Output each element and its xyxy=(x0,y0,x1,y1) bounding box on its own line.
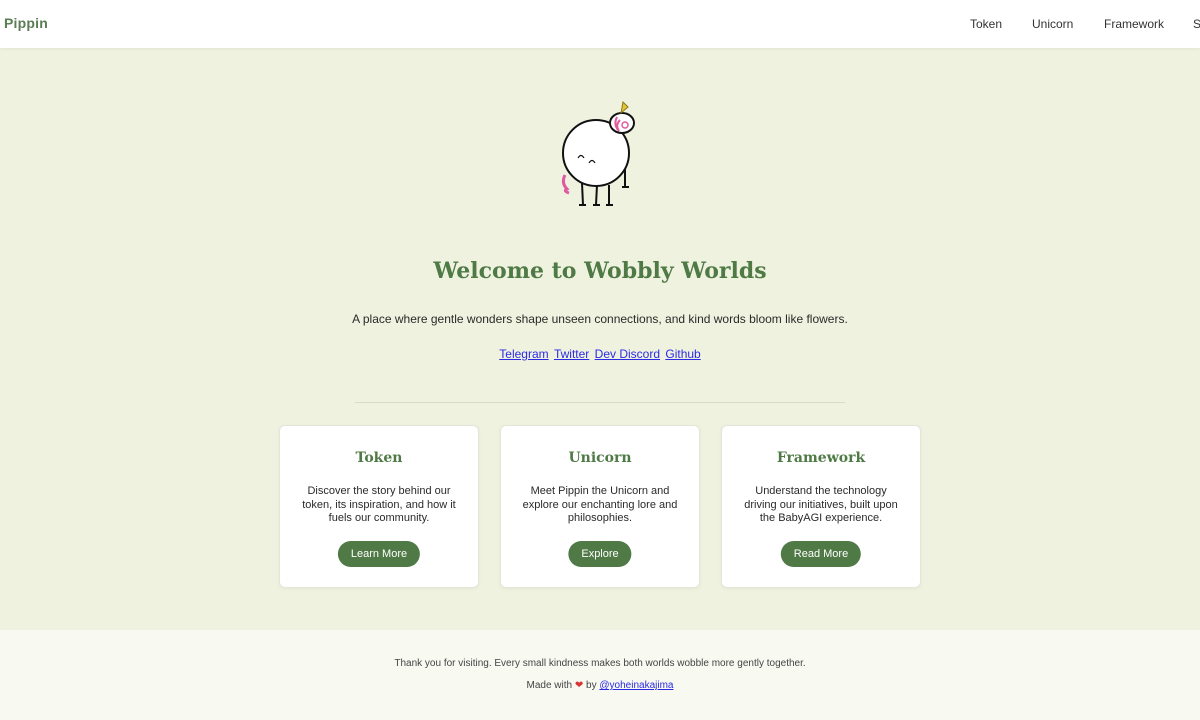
nav-link-token[interactable]: Token xyxy=(970,17,1002,31)
nav-link-unicorn[interactable]: Unicorn xyxy=(1032,17,1073,31)
github-link[interactable]: Github xyxy=(665,347,700,361)
pippin-unicorn-illustration xyxy=(545,95,655,220)
card-token: Token Discover the story behind our toke… xyxy=(279,425,479,588)
read-more-button[interactable]: Read More xyxy=(780,541,862,567)
telegram-link[interactable]: Telegram xyxy=(499,347,548,361)
card-description: Understand the technology driving our in… xyxy=(744,485,898,524)
footer-credit: Made with ❤ by @yoheinakajima xyxy=(0,680,1200,691)
footer-note: Thank you for visiting. Every small kind… xyxy=(394,658,806,669)
brand-logo-link[interactable]: Pippin xyxy=(4,15,48,31)
nav-link-truncated[interactable]: S xyxy=(1193,17,1200,31)
card-title: Unicorn xyxy=(568,450,632,466)
card-description: Meet Pippin the Unicorn and explore our … xyxy=(522,485,678,524)
explore-button[interactable]: Explore xyxy=(568,541,632,567)
made-with-text: Made with xyxy=(526,680,573,691)
card-title: Token xyxy=(355,450,403,466)
footer: Thank you for visiting. Every small kind… xyxy=(0,630,1200,720)
hero-title: Welcome to Wobbly Worlds xyxy=(433,258,767,284)
hero-tagline: A place where gentle wonders shape unsee… xyxy=(352,312,848,326)
dev-discord-link[interactable]: Dev Discord xyxy=(595,347,660,361)
card-description: Discover the story behind our token, its… xyxy=(302,485,456,524)
social-links: Telegram Twitter Dev Discord Github xyxy=(0,347,1200,361)
by-text: by xyxy=(586,680,597,691)
section-divider xyxy=(355,402,845,403)
author-link[interactable]: @yoheinakajima xyxy=(599,680,673,691)
nav-link-framework[interactable]: Framework xyxy=(1104,17,1164,31)
card-unicorn: Unicorn Meet Pippin the Unicorn and expl… xyxy=(500,425,700,588)
learn-more-button[interactable]: Learn More xyxy=(337,541,421,567)
card-framework: Framework Understand the technology driv… xyxy=(721,425,921,588)
twitter-link[interactable]: Twitter xyxy=(554,347,589,361)
top-navbar: Pippin Token Unicorn Framework S xyxy=(0,0,1200,48)
card-title: Framework xyxy=(776,450,866,466)
heart-icon: ❤ xyxy=(574,680,584,691)
